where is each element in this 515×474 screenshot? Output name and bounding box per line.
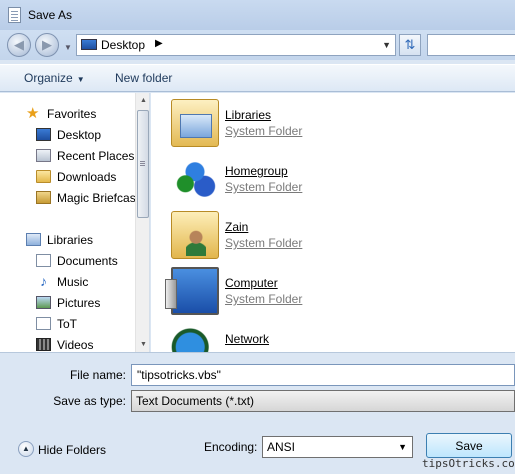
item-type: System Folder [225, 292, 303, 306]
folder-icon [36, 170, 51, 183]
forward-button[interactable]: ▶ [35, 33, 59, 57]
scrollbar-thumb[interactable] [137, 110, 149, 218]
desktop-icon [36, 128, 51, 141]
title-bar: Save As [0, 0, 515, 30]
notepad-icon [8, 7, 21, 23]
libraries-icon [26, 233, 41, 246]
libraries-folder-icon [171, 99, 219, 147]
homegroup-icon [171, 155, 219, 203]
desktop-icon [81, 39, 97, 50]
recent-pages-dropdown[interactable]: ▼ [64, 43, 72, 52]
breadcrumb-chevron-icon[interactable]: ▶ [155, 38, 163, 49]
file-list: Libraries System Folder Homegroup System… [151, 93, 515, 352]
list-item-zain[interactable]: Zain System Folder [171, 211, 471, 261]
item-name: Libraries [225, 108, 272, 122]
scrollbar-grip [140, 161, 145, 162]
organize-button[interactable]: Organize ▼ [24, 71, 85, 85]
nav-item-label: Documents [57, 254, 118, 268]
recent-places-icon [36, 149, 51, 162]
organize-label: Organize [24, 71, 73, 85]
nav-item-tot[interactable]: ToT [0, 314, 135, 334]
encoding-select[interactable]: ANSI ▼ [262, 436, 413, 458]
nav-item-label: Desktop [57, 128, 102, 142]
nav-item-label: Music [57, 275, 89, 289]
nav-item-label: Pictures [57, 296, 101, 310]
scroll-up-icon[interactable]: ▲ [136, 93, 149, 108]
file-name-label: File name: [69, 368, 126, 382]
breadcrumb-desktop[interactable]: Desktop [101, 38, 145, 52]
videos-icon [36, 338, 51, 351]
item-name: Homegroup [225, 164, 288, 178]
back-button[interactable]: ◀ [7, 33, 31, 57]
list-item-libraries[interactable]: Libraries System Folder [171, 99, 471, 149]
pictures-icon [36, 296, 51, 309]
chevron-down-icon: ▼ [398, 442, 407, 452]
item-name: Computer [225, 276, 278, 290]
item-name: Zain [225, 220, 249, 234]
arrow-left-icon: ◀ [14, 37, 24, 52]
list-item-homegroup[interactable]: Homegroup System Folder [171, 155, 471, 205]
save-form: File name: Save as type: Text Documents … [0, 352, 515, 474]
nav-item-downloads[interactable]: Downloads [0, 167, 135, 187]
chevron-up-icon: ▲ [18, 441, 34, 457]
chevron-down-icon: ▼ [76, 75, 85, 84]
refresh-icon: ⇅ [404, 37, 416, 52]
hide-folders-button[interactable]: ▲ Hide Folders [14, 440, 114, 460]
nav-favorites[interactable]: ★ Favorites [0, 104, 135, 124]
address-row: ◀ ▶ ▼ Desktop ▶ ▼ ⇅ [0, 30, 515, 60]
scroll-down-icon[interactable]: ▼ [136, 337, 149, 352]
command-bar: Organize ▼ New folder [0, 64, 515, 92]
nav-favorites-label: Favorites [47, 107, 97, 121]
nav-item-label: ToT [57, 317, 78, 331]
item-type: System Folder [225, 236, 303, 250]
nav-item-recent-places[interactable]: Recent Places [0, 146, 135, 166]
file-name-field[interactable] [131, 364, 515, 386]
watermark: tipsOtricks.com [422, 457, 515, 470]
encoding-value: ANSI [267, 440, 296, 454]
nav-item-label: Downloads [57, 170, 117, 184]
item-type: System Folder [225, 124, 303, 138]
computer-icon [165, 267, 219, 315]
list-item-network[interactable]: Network [171, 323, 471, 352]
nav-item-label: Recent Places [57, 149, 135, 163]
save-type-value: Text Documents (*.txt) [136, 394, 255, 408]
address-dropdown-icon[interactable]: ▼ [382, 40, 391, 50]
item-type: System Folder [225, 180, 303, 194]
nav-item-desktop[interactable]: Desktop [0, 125, 135, 145]
navigation-pane: ★ Favorites Desktop Recent Places Downlo… [0, 93, 150, 352]
nav-item-documents[interactable]: Documents [0, 251, 135, 271]
nav-item-pictures[interactable]: Pictures [0, 293, 135, 313]
save-type-select[interactable]: Text Documents (*.txt) [131, 390, 515, 412]
nav-item-label: Videos [57, 338, 94, 352]
save-type-label: Save as type: [53, 394, 126, 408]
arrow-right-icon: ▶ [42, 37, 52, 52]
nav-item-music[interactable]: ♪ Music [0, 272, 135, 292]
documents-icon [36, 254, 51, 267]
item-name: Network [225, 332, 270, 346]
briefcase-icon [36, 191, 51, 204]
hide-folders-label: Hide Folders [38, 443, 107, 457]
document-icon [36, 317, 51, 330]
network-icon [171, 323, 219, 352]
address-bar[interactable]: Desktop ▶ ▼ [76, 34, 396, 56]
new-folder-button[interactable]: New folder [115, 71, 172, 85]
search-input[interactable] [427, 34, 515, 56]
window-title: Save As [28, 8, 73, 22]
nav-libraries[interactable]: Libraries [0, 230, 135, 250]
list-item-computer[interactable]: Computer System Folder [165, 267, 471, 317]
nav-scrollbar[interactable]: ▲ ▼ [135, 93, 149, 352]
save-button[interactable]: Save [426, 433, 512, 458]
user-folder-icon [171, 211, 219, 259]
nav-libraries-label: Libraries [47, 233, 94, 247]
nav-item-videos[interactable]: Videos [0, 335, 135, 352]
nav-item-label: Magic Briefcase [57, 191, 135, 205]
music-icon: ♪ [40, 273, 47, 289]
encoding-label: Encoding: [204, 440, 258, 454]
refresh-button[interactable]: ⇅ [399, 34, 421, 56]
star-icon: ★ [26, 105, 40, 122]
nav-item-magic-briefcase[interactable]: Magic Briefcase [0, 188, 135, 208]
